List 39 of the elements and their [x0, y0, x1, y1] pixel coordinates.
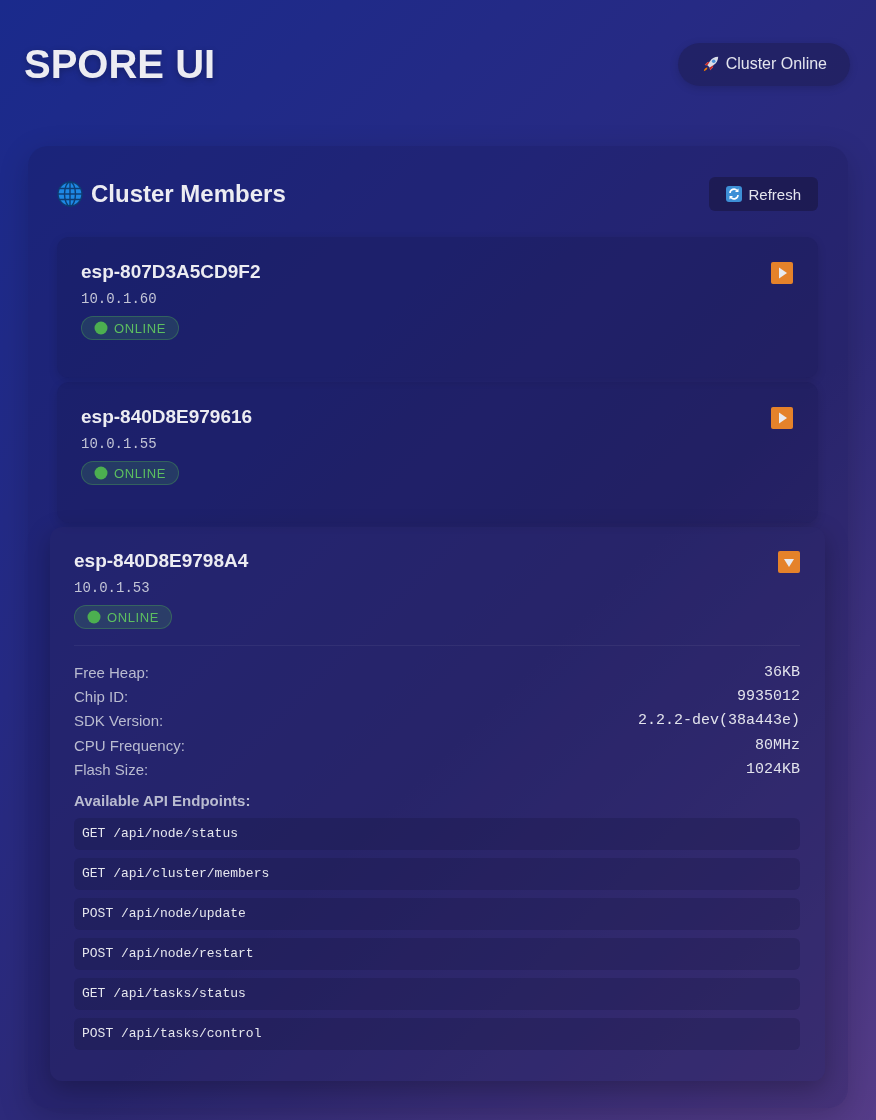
endpoints-heading: Available API Endpoints:: [74, 791, 252, 812]
detail-value: 1024KB: [746, 760, 800, 778]
detail-label: Free Heap:: [74, 663, 150, 681]
detail-value: 80MHz: [755, 736, 800, 754]
panel-title: Cluster Members: [91, 180, 286, 208]
status-label: ONLINE: [114, 465, 166, 481]
detail-label: Chip ID:: [74, 687, 129, 705]
refresh-icon: [726, 186, 743, 202]
globe-icon: [57, 181, 83, 207]
endpoint-item: GET /api/node/status: [74, 818, 800, 851]
detail-label: SDK Version:: [74, 712, 164, 730]
endpoint-item: POST /api/tasks/control: [74, 1018, 800, 1051]
detail-value: 36KB: [764, 663, 800, 681]
node-name: esp-840D8E9798A4: [74, 549, 249, 573]
node-name: esp-840D8E979616: [81, 405, 253, 429]
node-ip: 10.0.1.60: [81, 290, 157, 308]
caret-down-icon[interactable]: [778, 551, 800, 573]
member-card[interactable]: [50, 527, 825, 1082]
rocket-icon: [701, 55, 720, 73]
member-card[interactable]: esp-840D8E979616 10.0.1.55 ONLINE: [57, 382, 818, 523]
node-ip: 10.0.1.55: [81, 435, 157, 453]
app-title: SPORE UI: [24, 41, 216, 88]
detail-label: CPU Frequency:: [74, 736, 185, 754]
play-icon[interactable]: [771, 407, 793, 429]
status-label: ONLINE: [114, 320, 166, 336]
play-icon[interactable]: [771, 262, 793, 284]
endpoint-item: GET /api/cluster/members: [74, 858, 800, 891]
node-name: esp-807D3A5CD9F2: [81, 260, 261, 284]
member-card[interactable]: esp-807D3A5CD9F2 10.0.1.60 ONLINE: [57, 237, 818, 378]
status-label: ONLINE: [107, 609, 159, 625]
node-ip: 10.0.1.53: [74, 579, 150, 597]
endpoint-item: GET /api/tasks/status: [74, 978, 800, 1011]
endpoint-item: POST /api/node/update: [74, 898, 800, 931]
endpoint-item: POST /api/node/restart: [74, 938, 800, 971]
cluster-status-button[interactable]: Cluster Online: [677, 42, 850, 86]
refresh-button[interactable]: Refresh: [709, 177, 818, 211]
detail-label: Flash Size:: [74, 760, 149, 778]
detail-value: 9935012: [737, 687, 800, 705]
detail-value: 2.2.2-dev(38a443e): [637, 712, 800, 730]
